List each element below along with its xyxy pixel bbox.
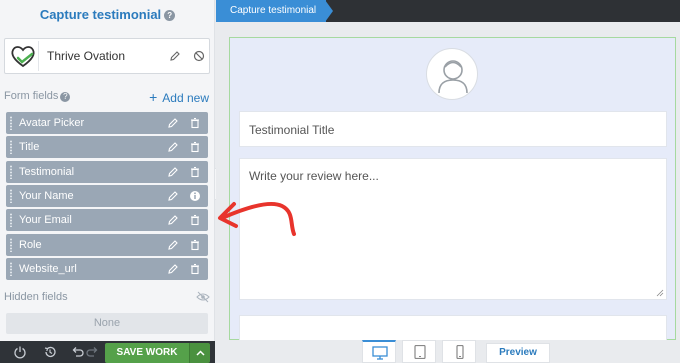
save-work-button[interactable]: SAVE WORK <box>105 343 189 363</box>
panel-title: Capture testimonial? <box>0 0 215 30</box>
form-field-row[interactable]: Testimonial <box>6 160 208 183</box>
review-placeholder: Write your review here... <box>249 169 379 183</box>
device-switcher: Preview <box>216 340 680 363</box>
trash-icon[interactable] <box>188 140 202 154</box>
resize-handle-icon[interactable] <box>656 289 664 297</box>
avatar-picker[interactable] <box>426 48 478 100</box>
trash-icon[interactable] <box>188 213 202 227</box>
power-icon[interactable] <box>13 345 27 359</box>
preview-button[interactable]: Preview <box>486 343 550 363</box>
form-field-label: Your Email <box>19 214 72 227</box>
breadcrumb-tip <box>325 0 333 22</box>
question-icon[interactable]: ? <box>60 92 71 102</box>
form-field-row[interactable]: Title <box>6 136 208 159</box>
thrive-ovation-logo-icon <box>7 41 39 71</box>
form-field-label: Role <box>19 238 42 251</box>
edit-icon[interactable] <box>166 262 180 276</box>
add-new-label: Add new <box>162 91 209 105</box>
edit-icon[interactable] <box>166 238 180 252</box>
edit-icon[interactable] <box>166 213 180 227</box>
bottom-toolbar: SAVE WORK <box>0 341 215 363</box>
drag-handle-icon[interactable] <box>9 188 13 203</box>
form-field-row[interactable]: Your Email <box>6 209 208 232</box>
form-field-row[interactable]: Avatar Picker <box>6 112 208 134</box>
form-field-row[interactable]: Website_url <box>6 257 208 280</box>
panel-title-text: Capture testimonial <box>39 7 162 22</box>
form-field-label: Title <box>19 141 40 154</box>
template-selector[interactable]: Thrive Ovation <box>4 38 210 74</box>
history-icon[interactable] <box>43 345 57 359</box>
add-new-button[interactable]: + Add new <box>149 89 209 105</box>
hidden-fields-empty: None <box>6 313 208 334</box>
user-avatar-icon <box>438 60 468 94</box>
annotation-arrow-icon <box>218 201 296 236</box>
trash-icon[interactable] <box>188 238 202 252</box>
tablet-icon <box>414 345 426 359</box>
desktop-view-button[interactable] <box>362 340 396 363</box>
editor-topbar: Capture testimonial <box>216 0 680 22</box>
testimonial-form[interactable]: Testimonial Title Write your review here… <box>229 37 676 345</box>
eye-slash-icon[interactable] <box>196 291 210 303</box>
drag-handle-icon[interactable] <box>9 237 13 252</box>
edit-icon[interactable] <box>166 165 180 179</box>
plus-icon: + <box>149 89 158 105</box>
save-options-button[interactable] <box>189 343 210 363</box>
drag-handle-icon[interactable] <box>9 116 13 130</box>
edit-icon[interactable] <box>166 189 180 203</box>
drag-handle-icon[interactable] <box>9 261 13 276</box>
undo-icon[interactable] <box>70 345 84 359</box>
desktop-icon <box>372 346 388 360</box>
form-field-label: Your Name <box>19 189 74 202</box>
mobile-icon <box>456 345 464 359</box>
trash-icon[interactable] <box>188 116 202 130</box>
tablet-view-button[interactable] <box>402 340 436 363</box>
edit-icon[interactable] <box>166 140 180 154</box>
drag-handle-icon[interactable] <box>9 213 13 228</box>
form-field-label: Avatar Picker <box>19 117 85 129</box>
form-field-label: Testimonial <box>19 165 75 178</box>
hidden-fields-header: Hidden fields <box>4 291 210 305</box>
edit-icon[interactable] <box>166 116 180 130</box>
testimonial-title-input[interactable]: Testimonial Title <box>239 111 667 147</box>
question-icon[interactable]: ? <box>164 10 176 21</box>
info-icon[interactable] <box>188 189 202 203</box>
drag-handle-icon[interactable] <box>9 164 13 179</box>
breadcrumb[interactable]: Capture testimonial <box>216 0 327 22</box>
form-field-row[interactable]: Your Name <box>6 184 208 207</box>
hidden-fields-label: Hidden fields <box>4 291 68 303</box>
disable-icon[interactable] <box>192 49 206 63</box>
form-field-label: Website_url <box>19 262 77 275</box>
trash-icon[interactable] <box>188 165 202 179</box>
edit-icon[interactable] <box>168 49 182 63</box>
sidebar: Capture testimonial? Thrive Ovation Form… <box>0 0 215 363</box>
chevron-up-icon <box>196 350 205 356</box>
form-fields-label: Form fields <box>4 90 59 102</box>
form-fields-header: Form fields? + Add new <box>4 89 209 106</box>
template-name: Thrive Ovation <box>47 49 126 63</box>
drag-handle-icon[interactable] <box>9 140 13 155</box>
redo-icon[interactable] <box>86 345 100 359</box>
trash-icon[interactable] <box>188 262 202 276</box>
form-field-row[interactable]: Role <box>6 233 208 256</box>
mobile-view-button[interactable] <box>442 340 476 363</box>
